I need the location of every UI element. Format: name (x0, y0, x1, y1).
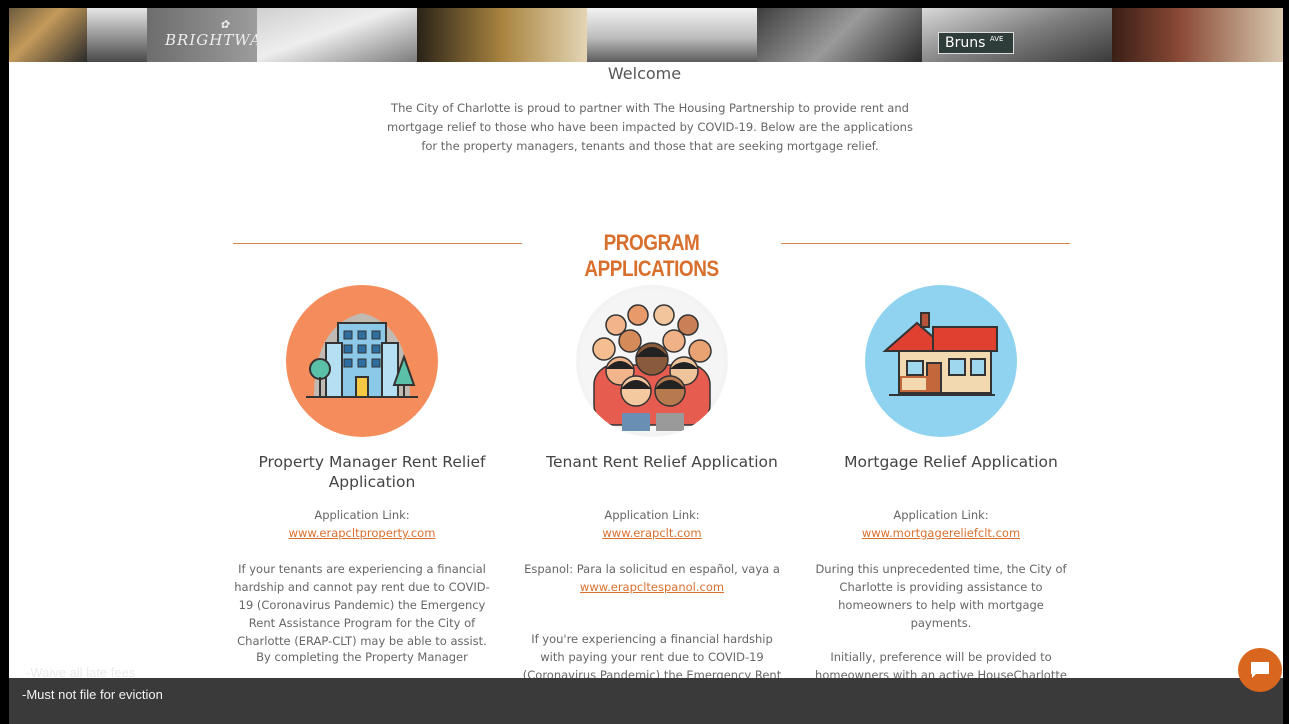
welcome-heading: Welcome (607, 64, 682, 83)
welcome-paragraph: The City of Charlotte is proud to partne… (387, 101, 913, 153)
apartment-building-icon (286, 285, 438, 437)
window-frame-top (0, 0, 1289, 8)
overlay-line-2: -Must not file for eviction (22, 687, 163, 702)
application-link-label: Application Link: (314, 508, 410, 522)
card-description: If your tenants are experiencing a finan… (234, 562, 490, 648)
street-sign-text: Bruns (945, 35, 986, 51)
chat-button[interactable] (1238, 648, 1282, 692)
card-description: During this unprecedented time, the City… (815, 562, 1067, 630)
window-frame-right (1283, 0, 1289, 724)
caption-overlay (9, 678, 1283, 724)
crowd-people-icon (576, 285, 728, 437)
leaf-icon: ✿ (219, 18, 231, 31)
card-title: Mortgage Relief Application (844, 453, 1058, 471)
banner-photo-porch (1112, 8, 1283, 62)
window-frame-left (0, 0, 9, 724)
street-sign: Bruns AVE (938, 32, 1015, 54)
section-title: PROGRAM APPLICATIONS (584, 230, 719, 281)
card-title: Tenant Rent Relief Application (546, 453, 778, 471)
house-icon (865, 285, 1017, 437)
banner-photo-neighborhood (587, 8, 757, 62)
spanish-note-text: Espanol: Para la solicitud en español, v… (524, 562, 780, 576)
banner-photo-family (9, 8, 87, 62)
banner-photo-trees (757, 8, 922, 62)
spanish-application-link[interactable]: www.erapcltespanol.com (580, 580, 724, 594)
card-description-continued: By completing the Property Manager (256, 650, 468, 664)
property-manager-card: Property Manager Rent Relief Application… (227, 285, 497, 664)
tenant-card: Tenant Rent Relief Application Applicati… (517, 285, 787, 682)
banner-photo-street-sign: Bruns AVE (922, 8, 1112, 62)
mortgage-application-link[interactable]: www.mortgagereliefclt.com (806, 526, 1076, 540)
banner-photo-house (257, 8, 417, 62)
mortgage-card: Mortgage Relief Application Application … (806, 285, 1076, 682)
brightwalk-logo-text: BRIGHTWALK (165, 31, 257, 49)
banner-photo-building (87, 8, 147, 62)
card-title: Property Manager Rent Relief Application (258, 453, 486, 491)
application-link-label: Application Link: (604, 508, 700, 522)
brightwalk-logo: ✿ BRIGHTWALK (165, 18, 257, 49)
spanish-note: Espanol: Para la solicitud en español, v… (522, 560, 782, 596)
tenant-application-link[interactable]: www.erapclt.com (517, 526, 787, 540)
banner-photo-residents (417, 8, 587, 62)
section-divider-left (233, 243, 522, 244)
chat-icon (1251, 662, 1269, 678)
banner-photo-brightwalk: ✿ BRIGHTWALK (147, 8, 257, 62)
section-divider-right (781, 243, 1070, 244)
street-sign-suffix: AVE (989, 35, 1004, 43)
overlay-line-1: -Waive all late fees (26, 665, 136, 680)
application-link-label: Application Link: (893, 508, 989, 522)
header-photo-banner: ✿ BRIGHTWALK Bruns AVE (9, 8, 1283, 62)
card-description: If you're experiencing a financial hards… (522, 632, 782, 682)
property-application-link[interactable]: www.erapcltproperty.com (227, 526, 497, 540)
